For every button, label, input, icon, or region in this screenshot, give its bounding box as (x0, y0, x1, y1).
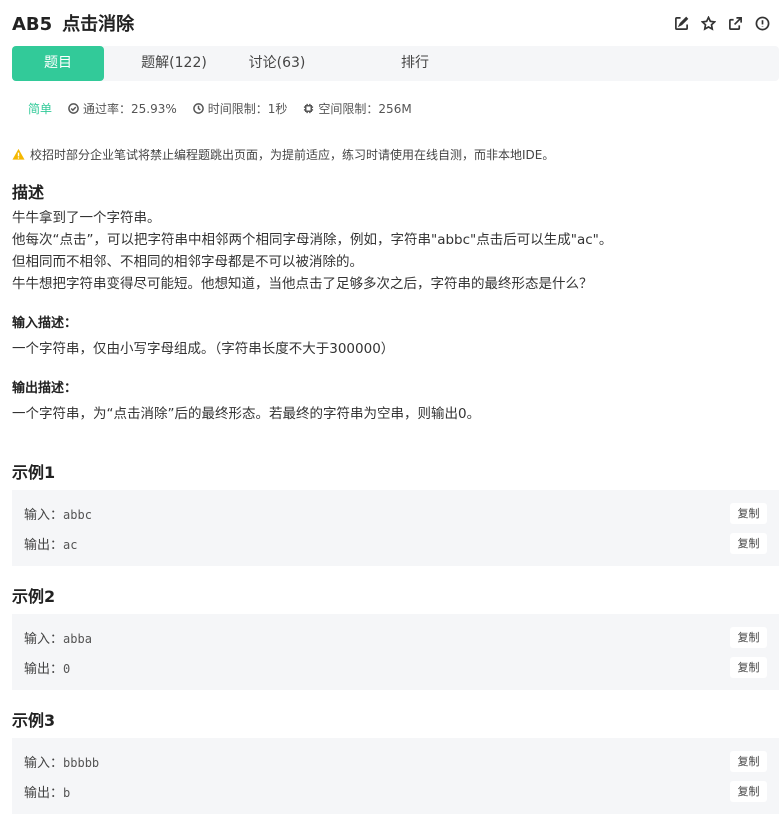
copy-output-button[interactable]: 复制 (730, 657, 767, 678)
input-desc-text: 一个字符串，仅由小写字母组成。（字符串长度不大于300000） (12, 341, 395, 357)
description-line: 他每次“点击”，可以把字符串中相邻两个相同字母消除，例如，字符串"abbc"点击… (12, 232, 613, 248)
example-1-input: 输入：abbc (24, 508, 92, 523)
description-line: 但相同而不相邻、不相同的相邻字母都是不可以被消除的。 (12, 254, 363, 270)
example-1-output: 输出：ac (24, 538, 78, 553)
example-2-input: 输入：abba (24, 632, 92, 647)
warning-icon (12, 148, 25, 160)
clock-icon (192, 103, 204, 114)
tab-bar: 题目 题解(122) 讨论(63) 排行 (12, 46, 779, 81)
report-icon[interactable] (754, 15, 771, 32)
example-3-input: 输入：bbbbb (24, 756, 100, 771)
example-1-heading: 示例1 (12, 463, 56, 482)
pass-rate-text: 通过率：25.93% (83, 102, 177, 116)
description-heading: 描述 (12, 183, 45, 202)
chip-icon (304, 103, 314, 114)
description-line: 牛牛想把字符串变得尽可能短。他想知道，当他点击了足够多次之后，字符串的最终形态是… (12, 276, 593, 292)
copy-input-button[interactable]: 复制 (730, 503, 767, 524)
example-3-box: 输入：bbbbb 复制 输出：b 复制 (12, 738, 779, 814)
memory-limit: 空间限制：256M (303, 100, 412, 117)
copy-output-button[interactable]: 复制 (730, 533, 767, 554)
example-2-heading: 示例2 (12, 587, 56, 606)
star-icon[interactable] (700, 15, 717, 32)
example-2-box: 输入：abba 复制 输出：0 复制 (12, 614, 779, 690)
time-limit: 时间限制：1秒 (192, 100, 288, 117)
problem-id: AB5 (12, 14, 53, 35)
tab-discussion[interactable]: 讨论(63) (244, 46, 310, 81)
output-desc-heading: 输出描述： (12, 381, 78, 396)
description-line: 牛牛拿到了一个字符串。 (12, 210, 161, 226)
tab-problem[interactable]: 题目 (12, 46, 104, 81)
copy-input-button[interactable]: 复制 (730, 751, 767, 772)
copy-output-button[interactable]: 复制 (730, 781, 767, 802)
example-1-box: 输入：abbc 复制 输出：ac 复制 (12, 490, 779, 566)
problem-name: 点击消除 (62, 14, 135, 35)
problem-title: AB5 点击消除 (12, 10, 134, 36)
share-icon[interactable] (727, 15, 744, 32)
description-body: 牛牛拿到了一个字符串。 他每次“点击”，可以把字符串中相邻两个相同字母消除，例如… (12, 207, 612, 295)
exam-notice: 校招时部分企业笔试将禁止编程题跳出页面，为提前适应，练习时请使用在线自测，而非本… (12, 146, 554, 163)
pass-rate: 通过率：25.93% (68, 100, 177, 117)
example-2-output: 输出：0 (24, 662, 71, 677)
example-3-output: 输出：b (24, 786, 71, 801)
tab-solutions[interactable]: 题解(122) (104, 46, 244, 81)
edit-icon[interactable] (673, 15, 690, 32)
input-desc-heading: 输入描述： (12, 316, 78, 331)
example-3-heading: 示例3 (12, 711, 56, 730)
problem-meta: 简单 通过率：25.93% 时间限制：1秒 空间限制：256M (28, 100, 428, 117)
memory-limit-text: 空间限制：256M (318, 102, 412, 116)
difficulty-badge: 简单 (28, 102, 53, 116)
notice-text: 校招时部分企业笔试将禁止编程题跳出页面，为提前适应，练习时请使用在线自测，而非本… (30, 148, 555, 162)
tab-ranking[interactable]: 排行 (310, 46, 520, 81)
output-desc-text: 一个字符串，为“点击消除”后的最终形态。若最终的字符串为空串，则输出0。 (12, 406, 481, 422)
check-circle-icon (68, 103, 79, 114)
header-actions (673, 15, 771, 32)
copy-input-button[interactable]: 复制 (730, 627, 767, 648)
time-limit-text: 时间限制：1秒 (207, 102, 288, 116)
